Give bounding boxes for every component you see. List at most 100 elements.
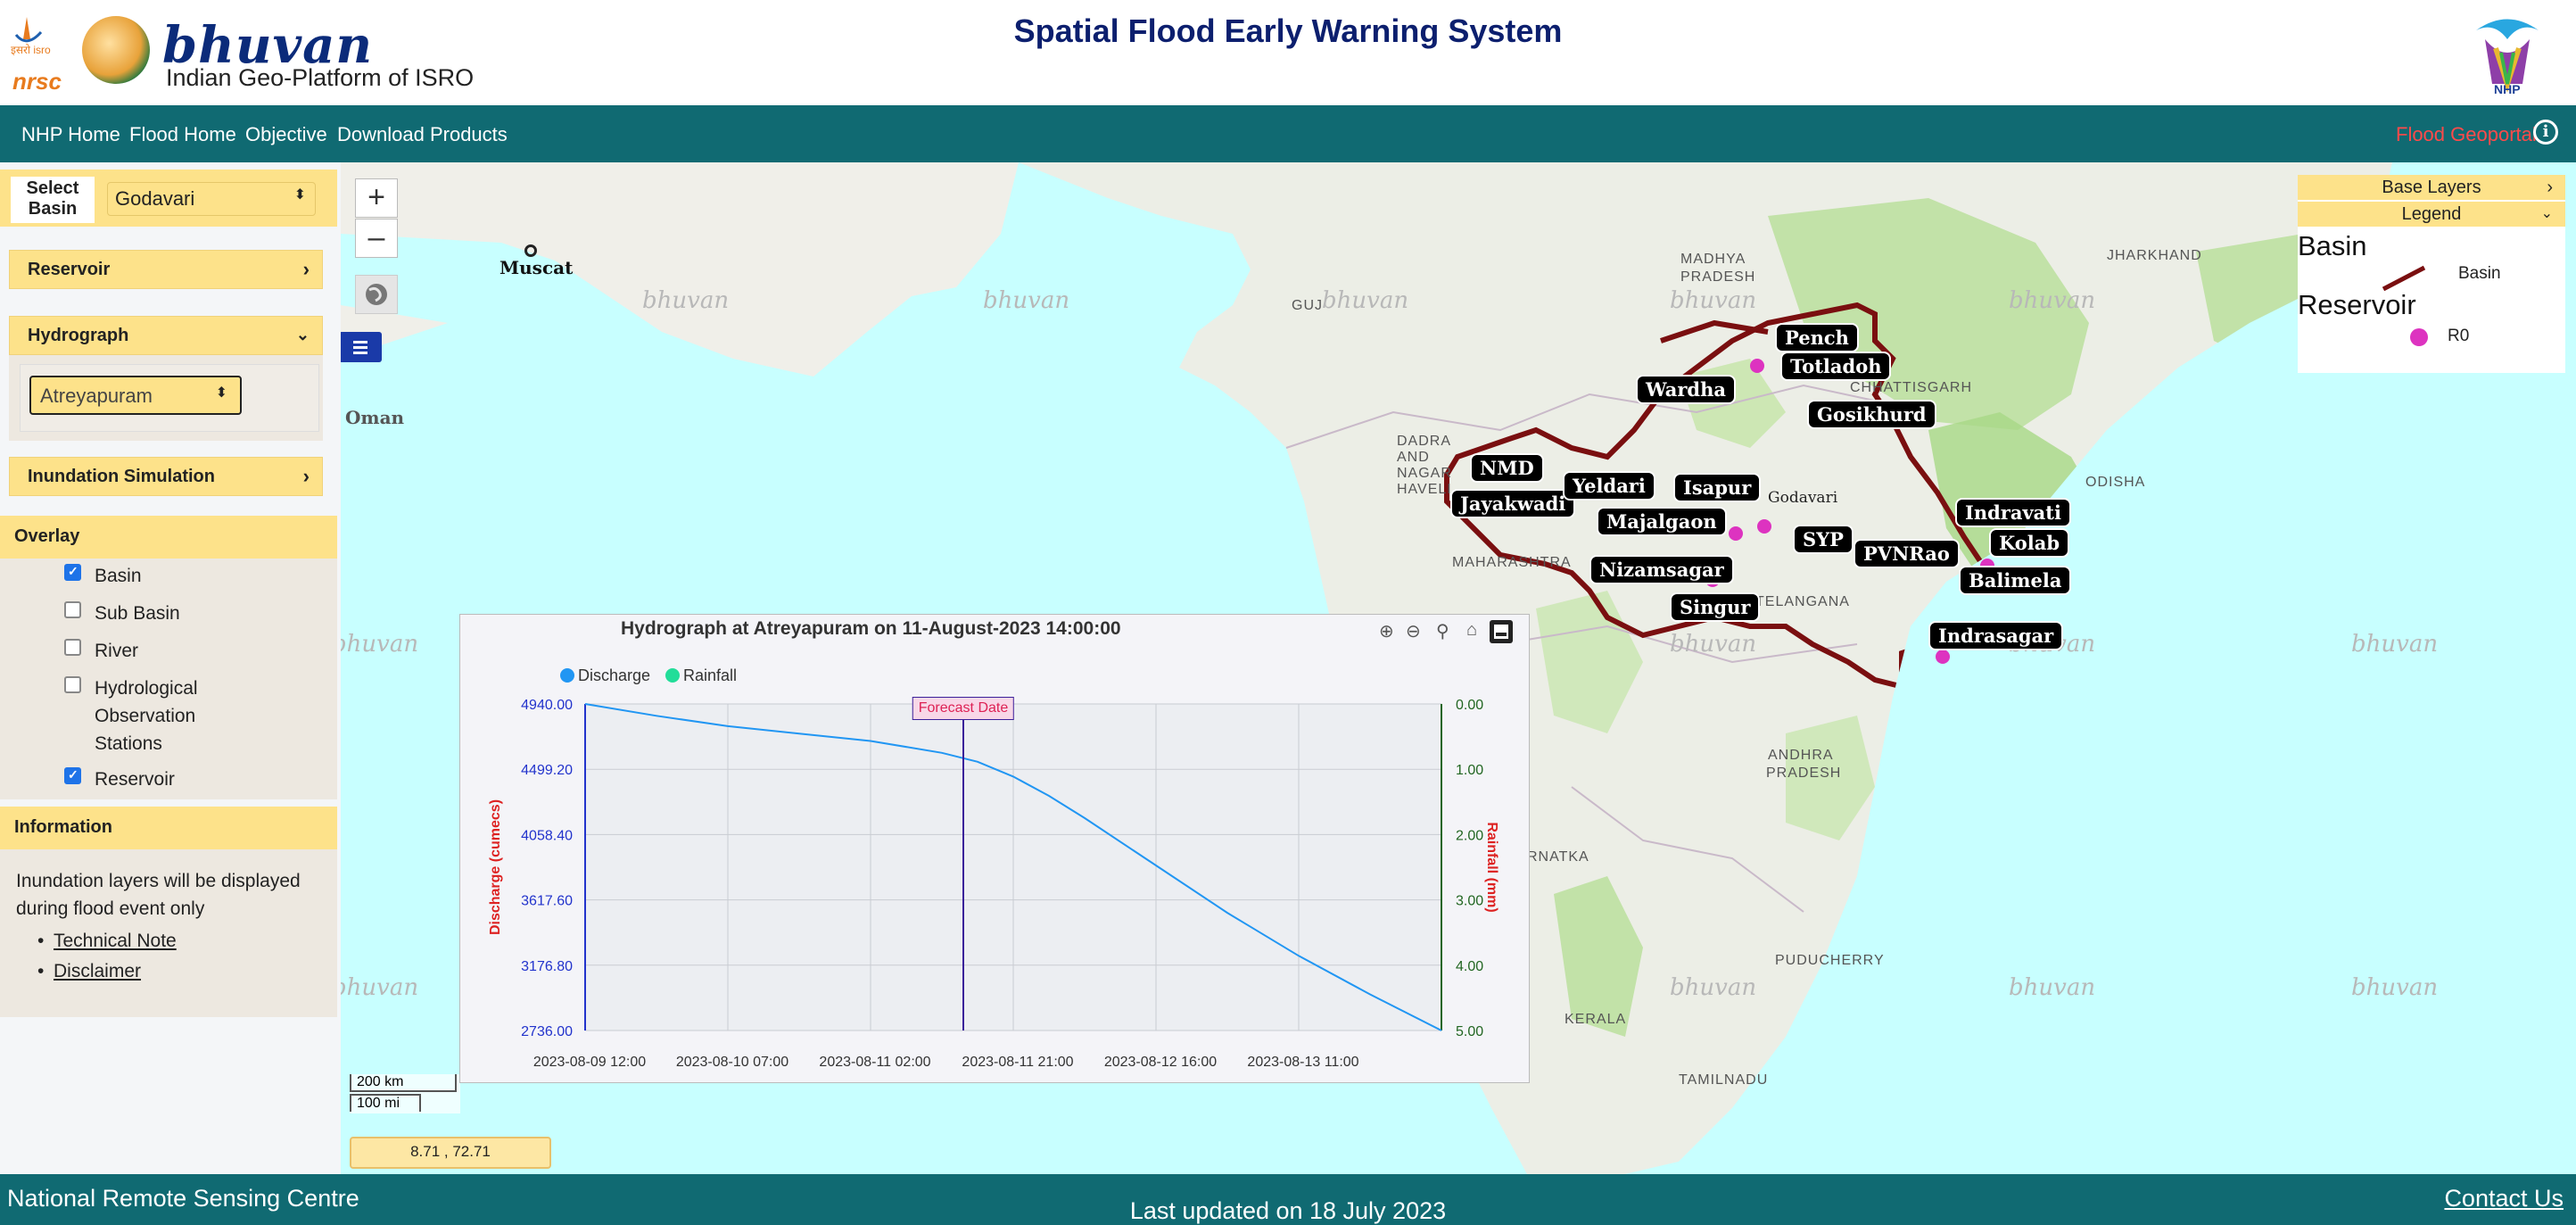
river-checkbox[interactable] (64, 639, 81, 656)
technical-note-link[interactable]: Technical Note (54, 931, 177, 951)
navbar: NHP Home Flood Home Objective Download P… (0, 105, 2576, 162)
hydrological-stations-checkbox[interactable] (64, 676, 81, 693)
chevron-right-icon: › (2547, 178, 2553, 197)
zoom-in-button[interactable]: + (355, 178, 398, 218)
nav-download-products[interactable]: Download Products (337, 123, 508, 146)
place-odisha: ODISHA (2085, 475, 2146, 490)
information-text-line1: Inundation layers will be displayed (16, 871, 301, 891)
info-icon[interactable]: i (2533, 120, 2558, 145)
reservoir-marker-icon[interactable] (1750, 359, 1764, 373)
reservoir-checkbox[interactable] (64, 767, 81, 784)
base-layers-toggle[interactable]: Base Layers › (2298, 175, 2565, 200)
legend-reservoir-title: Reservoir (2298, 289, 2416, 320)
information-text-line2: during flood event only (16, 898, 205, 919)
overlay-item-label: Sub Basin (95, 603, 180, 624)
y-tick-label: 4499.20 (521, 763, 573, 778)
legend-label: Legend (2401, 204, 2462, 224)
reservoir-label-pench[interactable]: Pench (1775, 323, 1859, 352)
contact-us-link[interactable]: Contact Us (2444, 1185, 2564, 1213)
legend-panel: Base Layers › Legend ⌄ Basin Basin Reser… (2298, 175, 2565, 373)
reservoir-label-yeldari[interactable]: Yeldari (1563, 471, 1655, 501)
reservoir-label-nizamsagar[interactable]: Nizamsagar (1589, 555, 1734, 584)
sub-basin-checkbox[interactable] (64, 601, 81, 618)
place-madhya-pradesh-line2: PRADESH (1680, 269, 1756, 285)
layer-list-icon[interactable] (341, 332, 382, 362)
x-tick-label: 2023-08-09 12:00 (533, 1055, 646, 1070)
place-telangana: TELANGANA (1755, 594, 1850, 609)
x-tick-label: 2023-08-13 11:00 (1247, 1055, 1358, 1070)
chevron-down-icon: ⌄ (2540, 206, 2553, 221)
x-tick-label: 2023-08-10 07:00 (676, 1055, 788, 1070)
basin-checkbox[interactable] (64, 564, 81, 581)
inundation-panel-header[interactable]: Inundation Simulation › (9, 457, 323, 496)
watermark: bhuvan (341, 631, 419, 658)
legend-toggle[interactable]: Legend ⌄ (2298, 202, 2565, 227)
nrsc-text: nrsc (12, 68, 62, 95)
y-tick-label: 3617.60 (521, 894, 573, 909)
place-dadra-line3: NAGAR (1397, 466, 1452, 481)
reservoir-label-kolab[interactable]: Kolab (1989, 528, 2070, 558)
technical-note-item: • Technical Note (37, 931, 177, 951)
y-tick-label: 2736.00 (521, 1024, 573, 1039)
watermark: bhuvan (2351, 974, 2439, 1001)
x-tick-label: 2023-08-11 21:00 (962, 1055, 1073, 1070)
nhp-logo: NHP (2467, 12, 2547, 98)
disclaimer-link[interactable]: Disclaimer (54, 961, 141, 981)
y-axis-label: Discharge (cumecs) (488, 799, 503, 935)
reservoir-label-isapur[interactable]: Isapur (1673, 473, 1762, 502)
place-andhra-line2: PRADESH (1766, 766, 1842, 781)
reservoir-marker-icon[interactable] (1729, 526, 1743, 541)
reservoir-label-balimela[interactable]: Balimela (1959, 566, 2072, 595)
watermark: bhuvan (1322, 287, 1409, 314)
overlay-panel-header: Overlay (0, 516, 337, 559)
select-arrows-icon: ⬍ (293, 187, 306, 203)
y2-tick-label: 0.00 (1456, 698, 1483, 713)
chevron-down-icon: ⌄ (295, 326, 310, 343)
basin-select[interactable]: Godavari ⬍ (107, 182, 316, 216)
nav-nhp-home[interactable]: NHP Home (21, 123, 120, 146)
reservoir-marker-icon[interactable] (1757, 519, 1771, 534)
station-select[interactable]: Atreyapuram ⬍ (29, 376, 242, 415)
watermark: bhuvan (2351, 631, 2439, 658)
place-guj: GUJ (1292, 298, 1323, 313)
reservoir-label-syp[interactable]: SYP (1793, 525, 1854, 554)
overlay-item-label-line1: Hydrological (95, 678, 198, 699)
place-dadra-line1: DADRA (1397, 434, 1452, 449)
nav-objective[interactable]: Objective (245, 123, 327, 146)
information-panel-header: Information (0, 807, 337, 849)
nav-flood-home[interactable]: Flood Home (129, 123, 236, 146)
chevron-right-icon: › (302, 258, 310, 280)
y2-tick-label: 2.00 (1456, 828, 1483, 843)
legend-basin-title: Basin (2298, 230, 2367, 261)
reservoir-panel-header[interactable]: Reservoir › (9, 250, 323, 289)
disclaimer-item: • Disclaimer (37, 961, 142, 981)
reservoir-label-indravati[interactable]: Indravati (1955, 498, 2071, 527)
reservoir-label-totladoh[interactable]: Totladoh (1780, 352, 1892, 381)
legend-basin-line-icon (2382, 265, 2426, 291)
watermark: bhuvan (1670, 631, 1757, 658)
reservoir-label-nmd[interactable]: NMD (1470, 453, 1544, 483)
reservoir-label-jayakwadi[interactable]: Jayakwadi (1450, 489, 1576, 518)
page-header: इसरो isro nrsc bhuvan Indian Geo-Platfor… (0, 0, 2576, 106)
place-godavari-river: Godavari (1768, 489, 1838, 507)
place-kerala: KERALA (1565, 1012, 1627, 1027)
reservoir-label-wardha[interactable]: Wardha (1636, 375, 1736, 404)
reservoir-label-pvnrao[interactable]: PVNRao (1854, 539, 1960, 568)
x-tick-label: 2023-08-12 16:00 (1104, 1055, 1217, 1070)
zoom-out-button[interactable]: – (355, 219, 398, 258)
y-tick-label: 4058.40 (521, 828, 573, 843)
nav-flood-geoportal[interactable]: Flood Geoportal (2396, 123, 2537, 146)
reservoir-label-indrasagar[interactable]: Indrasagar (1928, 621, 2064, 650)
globe-icon[interactable] (355, 275, 398, 314)
place-karnataka: RNATKA (1527, 849, 1589, 865)
watermark: bhuvan (341, 974, 419, 1001)
footer: National Remote Sensing Centre Last upda… (0, 1174, 2576, 1225)
reservoir-label-majalgaon[interactable]: Majalgaon (1597, 507, 1727, 536)
scale-km: 200 km (350, 1074, 457, 1092)
reservoir-label-gosikhurd[interactable]: Gosikhurd (1807, 400, 1936, 429)
reservoir-marker-icon[interactable] (1936, 650, 1950, 664)
watermark: bhuvan (983, 287, 1070, 314)
hydrograph-panel-header[interactable]: Hydrograph ⌄ (9, 316, 323, 355)
reservoir-label-singur[interactable]: Singur (1670, 592, 1761, 622)
y2-tick-label: 3.00 (1456, 894, 1483, 909)
